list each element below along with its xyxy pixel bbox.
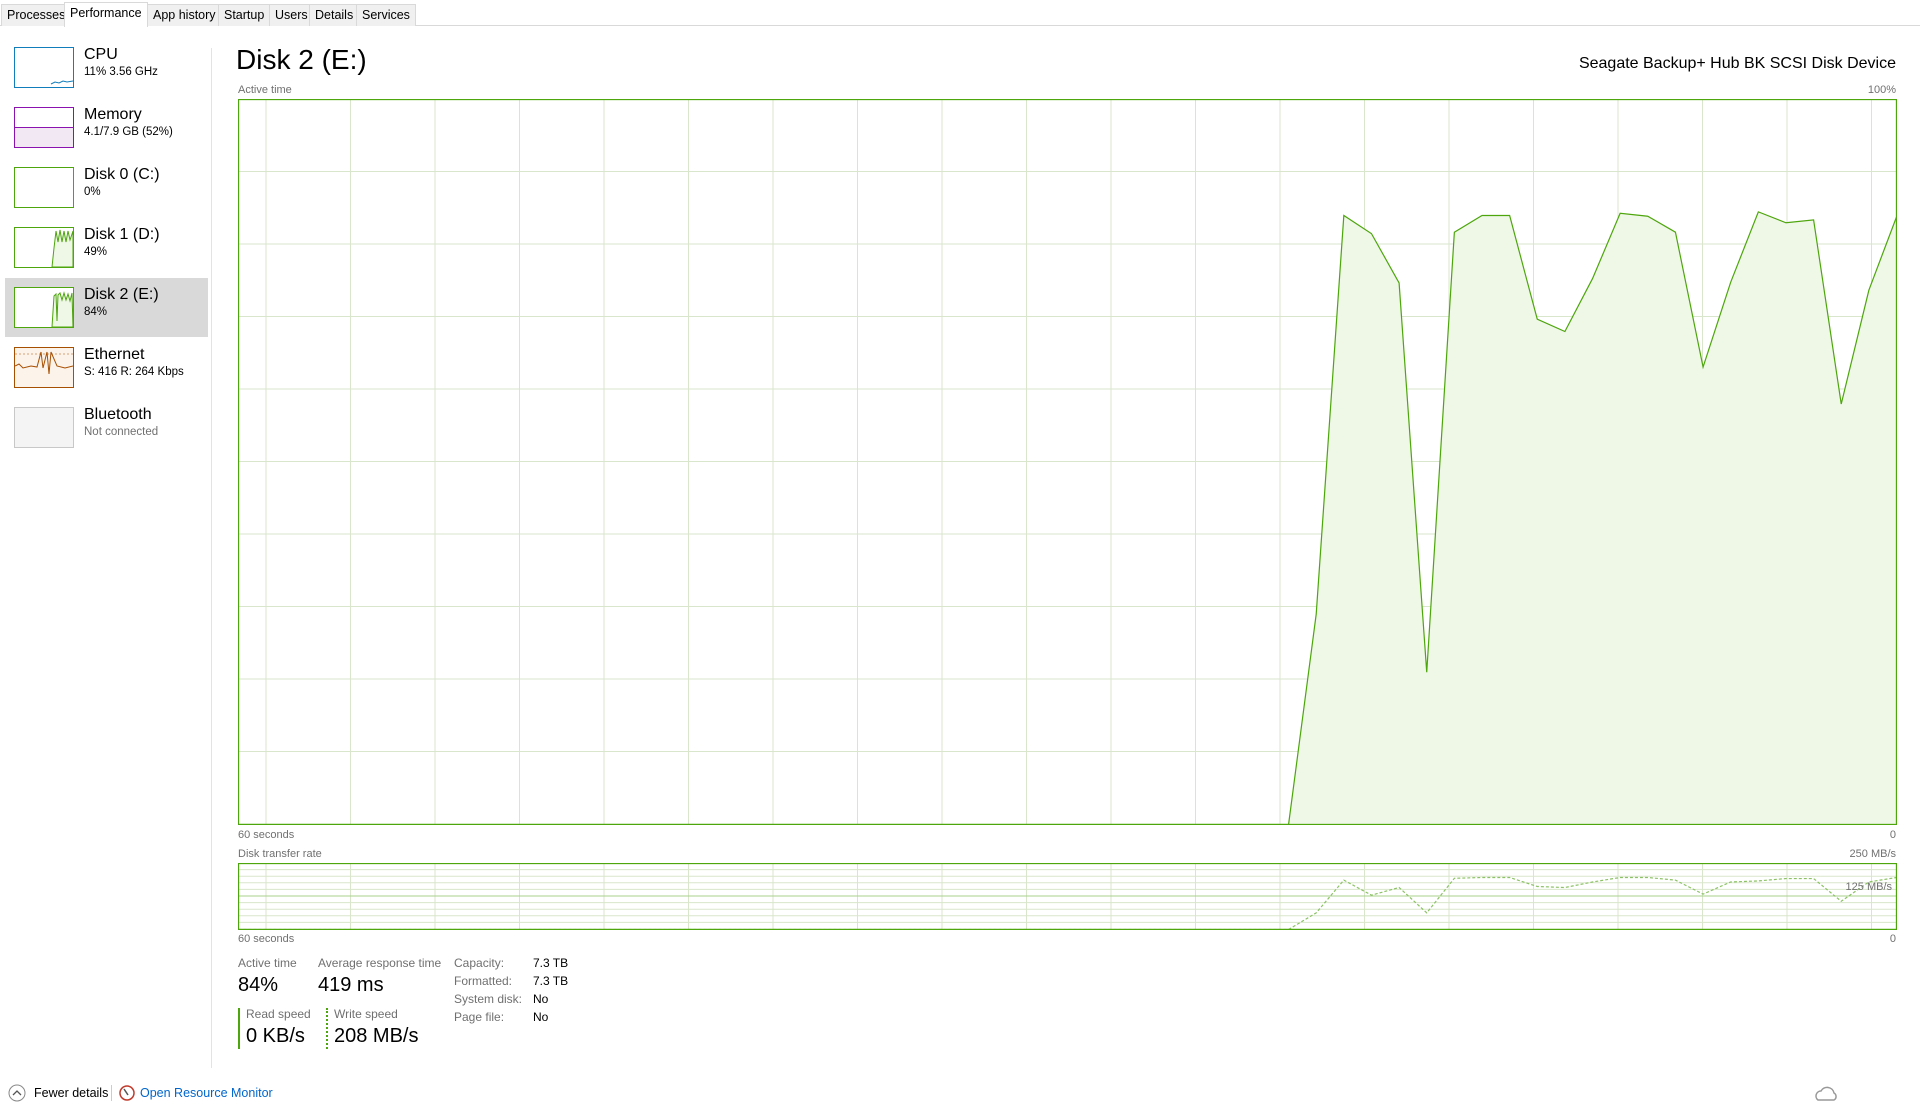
sidebar-item-memory[interactable]: Memory 4.1/7.9 GB (52%) [5, 98, 208, 157]
disk-1-thumbnail [14, 227, 74, 268]
chart-x-right-label: 0 [1889, 829, 1896, 841]
sidebar-item-subtitle: 49% [84, 246, 108, 258]
memory-thumbnail [14, 107, 74, 148]
write-speed-value: 208 MB/s [334, 1025, 419, 1047]
capacity-value: 7.3 TB [533, 956, 569, 970]
system-disk-value: No [533, 992, 549, 1006]
tab-performance[interactable]: Performance [64, 2, 148, 27]
active-time-area [238, 211, 1897, 825]
open-resource-monitor-link[interactable]: Open Resource Monitor [140, 1086, 273, 1100]
fewer-details-button[interactable]: Fewer details [34, 1086, 108, 1100]
sidebar-item-title: Bluetooth [84, 406, 152, 423]
sidebar-item-subtitle: 84% [84, 306, 108, 318]
sidebar-item-title: Memory [84, 106, 142, 123]
sidebar-item-subtitle: Not connected [84, 426, 159, 438]
page-title: Disk 2 (E:) [236, 44, 367, 75]
page-file-label: Page file: [454, 1010, 505, 1024]
write-speed-label: Write speed [334, 1007, 398, 1021]
bluetooth-thumbnail [14, 407, 74, 448]
write-speed-legend [326, 1008, 328, 1049]
sidebar-item-disk-2[interactable]: Disk 2 (E:) 84% [5, 278, 208, 337]
tab-details[interactable]: Details [309, 4, 360, 26]
watermark-logo [1812, 1084, 1902, 1111]
formatted-label: Formatted: [454, 974, 513, 988]
tab-startup[interactable]: Startup [218, 4, 271, 26]
system-disk-label: System disk: [454, 992, 523, 1006]
sidebar-item-subtitle: 4.1/7.9 GB (52%) [84, 126, 173, 138]
response-time-value: 419 ms [318, 974, 384, 996]
sidebar-item-disk-1[interactable]: Disk 1 (D:) 49% [5, 218, 208, 277]
sidebar-item-subtitle: 0% [84, 186, 101, 198]
active-time-value: 84% [238, 974, 279, 996]
read-speed-value: 0 KB/s [246, 1025, 305, 1047]
chart-ymax-label: 250 MB/s [1849, 848, 1896, 860]
resource-monitor-icon[interactable] [118, 1084, 136, 1105]
chart-x-left-label: 60 seconds [238, 933, 295, 945]
disk-2-thumbnail [14, 287, 74, 328]
disk-0-thumbnail [14, 167, 74, 208]
sidebar-item-title: Disk 1 (D:) [84, 226, 160, 243]
write-speed-line [238, 876, 1897, 930]
capacity-label: Capacity: [454, 956, 505, 970]
sidebar-item-subtitle: S: 416 R: 264 Kbps [84, 366, 184, 378]
sidebar-item-title: CPU [84, 46, 118, 63]
sidebar-item-cpu[interactable]: CPU 11% 3.56 GHz [5, 38, 208, 97]
chart-title-transfer-rate: Disk transfer rate [238, 848, 322, 860]
sidebar-divider [211, 48, 212, 1068]
chevron-up-icon[interactable] [8, 1084, 26, 1105]
response-time-label: Average response time [318, 956, 442, 970]
chart-x-right-label: 0 [1889, 933, 1896, 945]
sidebar: CPU 11% 3.56 GHz Memory 4.1/7.9 GB (52%)… [0, 27, 212, 1067]
formatted-value: 7.3 TB [533, 974, 569, 988]
sidebar-item-title: Ethernet [84, 346, 145, 363]
page-file-value: No [533, 1010, 549, 1024]
chart-x-left-label: 60 seconds [238, 829, 295, 841]
active-time-label: Active time [238, 956, 297, 970]
chart-title-active-time: Active time [238, 84, 292, 96]
sidebar-item-subtitle: 11% 3.56 GHz [84, 66, 158, 78]
sidebar-item-ethernet[interactable]: Ethernet S: 416 R: 264 Kbps [5, 338, 208, 397]
ethernet-thumbnail [14, 347, 74, 388]
sidebar-item-bluetooth[interactable]: Bluetooth Not connected [5, 398, 208, 457]
chart-ymax-label: 100% [1867, 84, 1896, 96]
device-name: Seagate Backup+ Hub BK SCSI Disk Device [1578, 55, 1896, 72]
tab-app-history[interactable]: App history [147, 4, 222, 26]
read-speed-legend [238, 1008, 240, 1049]
sidebar-item-title: Disk 2 (E:) [84, 286, 159, 303]
footer-divider [111, 1085, 112, 1101]
cpu-thumbnail [14, 47, 74, 88]
transfer-rate-chart [238, 863, 1897, 930]
tab-processes[interactable]: Processes [1, 4, 72, 26]
tab-users[interactable]: Users [269, 4, 314, 26]
sidebar-item-disk-0[interactable]: Disk 0 (C:) 0% [5, 158, 208, 217]
active-time-chart [238, 99, 1897, 825]
sidebar-item-title: Disk 0 (C:) [84, 166, 160, 183]
tab-bar: Processes Performance App history Startu… [0, 0, 1920, 27]
read-speed-label: Read speed [246, 1007, 311, 1021]
tab-services[interactable]: Services [356, 4, 416, 26]
chart-mid-label: 125 MB/s [1845, 881, 1892, 893]
